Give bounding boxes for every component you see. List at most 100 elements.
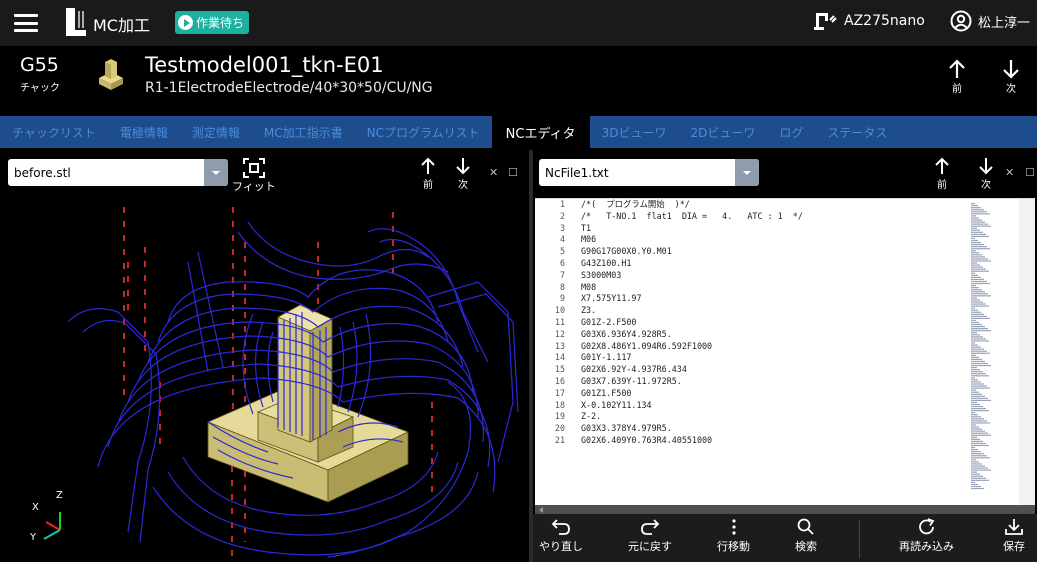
viewer-toolbar: before.stl フィット 前 次 ✕ ☐ [0,150,529,200]
tab-nc-program-list[interactable]: NCプログラムリスト [355,116,492,148]
line-number: 18 [554,399,565,410]
code-line[interactable]: G01Z1.F500 [581,388,803,400]
code-line[interactable]: M06 [581,234,803,246]
3d-viewport[interactable]: Z X Y [8,202,529,562]
code-line[interactable]: /*( プログラム開始 )*/ [581,199,803,211]
fit-label: フィット [232,180,276,193]
minimap-line [971,342,975,344]
user-account[interactable]: 松上淳一 [950,10,1030,32]
minimap-line [971,408,986,410]
tab-bar: チャックリスト 電極情報 測定情報 MC加工指示書 NCプログラムリスト NCエ… [0,116,1037,148]
line-number: 5 [559,246,565,257]
goto-line-button[interactable]: 行移動 [717,518,750,554]
scroll-left-icon[interactable] [539,507,543,513]
minimap-line [971,455,987,457]
code-line[interactable]: G02X6.92Y-4.937R6.434 [581,364,803,376]
minimap-line [971,479,989,481]
minimap-line [971,467,988,469]
code-line[interactable]: Z-2. [581,411,803,423]
undo-button[interactable]: やり直し [539,518,583,554]
horizontal-scrollbar[interactable] [535,505,1035,514]
code-line[interactable]: X7.575Y11.97 [581,293,803,305]
code-line[interactable]: G01Z-2.F500 [581,317,803,329]
machine-info[interactable]: AZ275nano [814,11,925,31]
tab-chuck-list[interactable]: チャックリスト [0,116,108,148]
redo-label: 元に戻す [628,540,672,553]
arrow-up-icon [421,157,435,174]
code-line[interactable]: G43Z100.H1 [581,258,803,270]
arrow-down-icon [979,158,993,175]
minimap-line [971,262,977,264]
minimap-line [971,307,975,309]
next-button[interactable]: 次 [1002,58,1020,95]
code-minimap[interactable] [971,203,1011,493]
minimap-line [971,487,984,490]
code-line[interactable]: G03X6.936Y4.928R5. [581,329,803,341]
tab-measurement-info[interactable]: 測定情報 [180,116,252,148]
code-line[interactable]: G90G17G00X0.Y0.M01 [581,246,803,258]
menu-icon[interactable] [14,14,38,32]
nc-file-select[interactable]: NcFile1.txt [539,159,759,186]
minimap-line [971,387,990,389]
reload-icon [918,518,934,535]
viewer-prev-button[interactable]: 前 [420,156,436,191]
minimap-line [971,313,984,315]
code-line[interactable]: M08 [581,282,803,294]
redo-button[interactable]: 元に戻す [628,518,672,554]
prev-button[interactable]: 前 [948,58,966,95]
pin-icon[interactable]: ✕ [1005,166,1014,179]
code-line[interactable]: T1 [581,223,803,235]
minimap-line [971,317,990,319]
maximize-icon[interactable]: ☐ [508,166,518,179]
minimap-line [971,229,980,231]
minimap-line [971,356,979,358]
code-line[interactable]: G01Y-1.117 [581,352,803,364]
code-line[interactable]: G03X3.378Y4.979R5. [581,423,803,435]
code-line[interactable]: S3000M03 [581,270,803,282]
minimap-line [971,471,977,473]
maximize-icon[interactable]: ☐ [1025,166,1035,179]
minimap-line [971,430,985,432]
stl-file-select[interactable]: before.stl [8,159,228,186]
tab-log[interactable]: ログ [767,116,815,148]
more-vertical-icon [731,519,736,535]
code-line[interactable]: Z3. [581,305,803,317]
minimap-line [971,221,985,223]
viewer-next-button[interactable]: 次 [455,156,471,191]
minimap-line [971,459,976,461]
fit-button[interactable]: フィット [232,158,276,194]
user-name: 松上淳一 [978,15,1031,31]
pin-icon[interactable]: ✕ [489,166,498,179]
minimap-line [971,213,990,215]
tab-mc-instructions[interactable]: MC加工指示書 [252,116,355,148]
minimap-line [971,438,980,440]
tab-2d-viewer[interactable]: 2Dビューワ [678,116,767,148]
model-name: Testmodel001_tkn-E01 [145,53,384,77]
editor-next-button[interactable]: 次 [978,156,994,191]
minimap-line [971,250,976,252]
tab-electrode-info[interactable]: 電極情報 [108,116,180,148]
code-line[interactable]: G02X6.409Y0.763R4.40551000 [581,435,803,447]
code-content[interactable]: /*( プログラム開始 )*//* T-NO.1 flat1 DIA = 4. … [581,199,803,447]
minimap-line [971,215,976,217]
minimap-line [971,422,990,424]
minimap-line [971,241,981,244]
reload-button[interactable]: 再読み込み [899,518,954,554]
save-button[interactable]: 保存 [1003,518,1025,554]
code-line[interactable]: X-0.102Y11.134 [581,400,803,412]
minimap-line [971,449,978,451]
editor-prev-button[interactable]: 前 [934,156,950,191]
machine-icon [814,13,837,30]
code-line[interactable]: G03X7.639Y-11.972R5. [581,376,803,388]
tab-nc-editor[interactable]: NCエディタ [491,116,590,148]
code-line[interactable]: G02X8.486Y1.094R6.592F1000 [581,341,803,353]
minimap-line [971,426,979,428]
search-button[interactable]: 検索 [795,518,817,554]
tab-status[interactable]: ステータス [815,116,899,148]
code-editor[interactable]: 1 2 3 4 5 6 7 8 9 10 11 12 13 14 15 16 17 18 19 20 21 /*( プロ… [535,198,1035,505]
vertical-scrollbar[interactable] [1019,199,1035,505]
next-label: 次 [1006,84,1016,95]
tab-3d-viewer[interactable]: 3Dビューワ [590,116,679,148]
code-line[interactable]: /* T-NO.1 flat1 DIA = 4. ATC : 1 */ [581,211,803,223]
axis-z-label: Z [56,490,63,501]
